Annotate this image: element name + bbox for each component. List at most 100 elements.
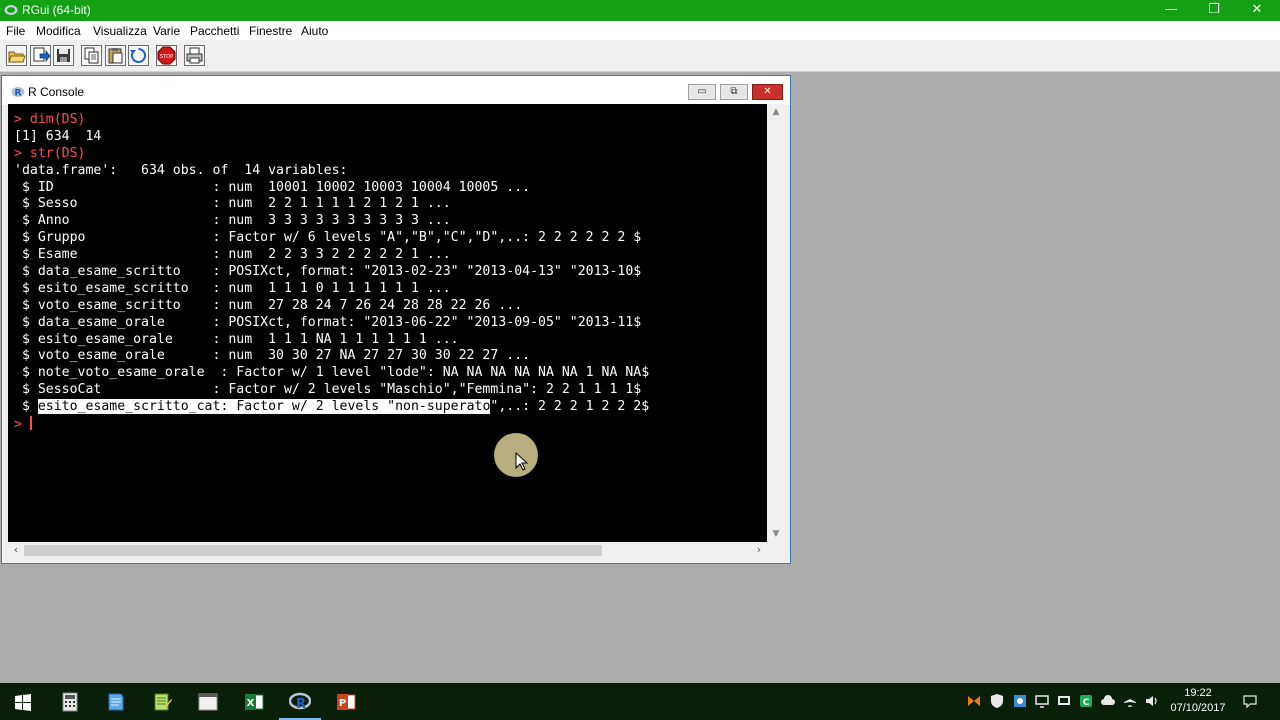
console-output-text: $ Anno : num 3 3 3 3 3 3 3 3 3 3 ... — [14, 213, 451, 229]
scroll-right-arrow-icon[interactable]: › — [751, 542, 767, 558]
console-line: $ data_esame_orale : POSIXct, format: "2… — [14, 315, 767, 332]
svg-text:STOP: STOP — [160, 54, 173, 60]
system-clock[interactable]: 19:22 07/10/2017 — [1166, 686, 1230, 716]
open-script-button[interactable] — [6, 45, 27, 66]
console-minimize-button[interactable]: ▭ — [688, 84, 716, 100]
app-title-bar[interactable]: RGui (64-bit) — ❐ ✕ — [0, 0, 1280, 21]
console-output-text: $ Esame : num 2 2 3 3 2 2 2 2 2 1 ... — [14, 247, 451, 263]
taskbar: X R P C 19:22 07/10/2017 — [0, 683, 1280, 720]
console-close-button[interactable]: ✕ — [752, 84, 783, 100]
svg-text:C: C — [1083, 698, 1090, 708]
clock-time: 19:22 — [1184, 687, 1212, 699]
print-icon — [186, 47, 203, 64]
paste-button[interactable] — [105, 45, 126, 66]
console-prompt: > — [14, 417, 30, 433]
horizontal-scroll-thumb[interactable] — [24, 545, 602, 556]
console-output-text: $ ID : num 10001 10002 10003 10004 10005… — [14, 179, 531, 195]
excel-icon: X — [245, 694, 264, 710]
monitor-icon[interactable] — [1056, 693, 1072, 709]
menu-visualizza[interactable]: Visualizza — [93, 24, 147, 38]
copy-button[interactable] — [81, 45, 102, 66]
minimize-button[interactable]: — — [1148, 0, 1194, 21]
console-output-text: [1] 634 14 — [14, 128, 102, 144]
stop-button[interactable]: STOP — [156, 45, 177, 66]
scroll-left-arrow-icon[interactable]: ‹ — [8, 542, 24, 558]
windows-logo-icon — [15, 694, 31, 711]
close-button[interactable]: ✕ — [1234, 0, 1280, 21]
folder-icon — [198, 693, 218, 711]
mouse-pointer-icon — [515, 452, 529, 471]
console-output[interactable]: > dim(DS) [1] 634 14 > str(DS)'data.frame'… — [8, 104, 767, 542]
taskbar-excel[interactable]: X — [231, 683, 277, 720]
console-output-text: 'data.frame': 634 obs. of 14 variables: — [14, 162, 348, 178]
r-logo-icon: R — [289, 692, 311, 712]
console-output-text: ",..: 2 2 2 1 2 2 2$ — [490, 399, 650, 415]
console-line: > str(DS) — [14, 146, 767, 163]
text-caret — [29, 416, 32, 431]
menu-modifica[interactable]: Modifica — [36, 24, 81, 38]
r-console-title-bar[interactable]: R R Console ▭ ⧉ ✕ — [2, 76, 790, 105]
taskbar-calculator[interactable] — [47, 683, 93, 720]
start-button[interactable] — [0, 683, 46, 720]
console-command: dim(DS) — [29, 112, 86, 127]
toolbar: STOP — [0, 40, 1280, 72]
console-line: > dim(DS) — [14, 112, 767, 129]
vertical-scrollbar[interactable]: ▲ ▼ — [768, 104, 784, 542]
airplane-icon[interactable] — [1122, 693, 1138, 709]
powerpoint-icon: P — [337, 694, 356, 710]
console-line: $ esito_esame_scritto_cat: Factor w/ 2 l… — [14, 399, 767, 416]
taskbar-powerpoint[interactable]: P — [323, 683, 369, 720]
save-icon — [57, 49, 70, 62]
menu-pacchetti[interactable]: Pacchetti — [190, 24, 239, 38]
paste-icon — [108, 48, 123, 64]
network-share-icon[interactable] — [1012, 693, 1028, 709]
copy-paste-button[interactable] — [128, 45, 149, 66]
stop-icon: STOP — [157, 46, 176, 65]
tray-app-icon[interactable] — [966, 693, 982, 709]
r-console-title: R Console — [28, 85, 85, 99]
print-button[interactable] — [184, 45, 205, 66]
console-command: str(DS) — [29, 145, 86, 161]
calculator-icon — [62, 692, 78, 712]
menu-file[interactable]: File — [6, 24, 25, 38]
restore-button[interactable]: ❐ — [1191, 0, 1237, 21]
display-icon[interactable] — [1034, 693, 1050, 709]
console-output-text: $ Gruppo : Factor w/ 6 levels "A","B","C… — [14, 230, 642, 246]
taskbar-notes[interactable] — [93, 683, 139, 720]
taskbar-rgui[interactable]: R — [277, 683, 323, 720]
sync-icon[interactable]: C — [1078, 693, 1094, 709]
notifications-icon[interactable] — [1242, 693, 1258, 709]
load-workspace-button[interactable] — [30, 45, 51, 66]
cloud-icon[interactable] — [1100, 693, 1116, 709]
r-console-window: R R Console ▭ ⧉ ✕ > dim(DS) [1] 634 14 > s… — [1, 75, 791, 564]
console-line: $ Sesso : num 2 2 1 1 1 1 2 1 2 1 ... — [14, 196, 767, 213]
scroll-up-arrow-icon[interactable]: ▲ — [768, 104, 784, 120]
console-line: $ esito_esame_scritto : num 1 1 1 0 1 1 … — [14, 281, 767, 298]
notes-icon — [108, 693, 124, 711]
console-line: $ Gruppo : Factor w/ 6 levels "A","B","C… — [14, 230, 767, 247]
menu-varie[interactable]: Varie — [153, 24, 180, 38]
notepad-icon — [154, 693, 172, 711]
console-output-text: $ data_esame_scritto : POSIXct, format: … — [14, 264, 642, 280]
console-prompt: > — [14, 145, 30, 161]
console-output-text: $ data_esame_orale : POSIXct, format: "2… — [14, 314, 642, 330]
console-output-text: $ SessoCat : Factor w/ 2 levels "Maschio… — [14, 382, 642, 398]
menu-bar: File Modifica Visualizza Varie Pacchetti… — [0, 21, 1280, 40]
defender-shield-icon[interactable] — [989, 693, 1005, 709]
volume-icon[interactable] — [1144, 693, 1160, 709]
console-line: $ ID : num 10001 10002 10003 10004 10005… — [14, 180, 767, 197]
svg-text:X: X — [247, 698, 255, 709]
svg-text:R: R — [15, 89, 22, 99]
console-line: $ data_esame_scritto : POSIXct, format: … — [14, 264, 767, 281]
menu-aiuto[interactable]: Aiuto — [301, 24, 328, 38]
taskbar-notepad[interactable] — [139, 683, 185, 720]
menu-finestre[interactable]: Finestre — [249, 24, 292, 38]
horizontal-scrollbar[interactable]: ‹ › — [8, 542, 767, 558]
console-line: $ SessoCat : Factor w/ 2 levels "Maschio… — [14, 382, 767, 399]
console-restore-button[interactable]: ⧉ — [720, 84, 748, 100]
taskbar-file-explorer[interactable] — [185, 683, 231, 720]
open-script-icon — [8, 51, 26, 63]
scroll-down-arrow-icon[interactable]: ▼ — [768, 526, 784, 542]
save-button[interactable] — [53, 45, 74, 66]
console-prompt: > — [14, 112, 30, 127]
